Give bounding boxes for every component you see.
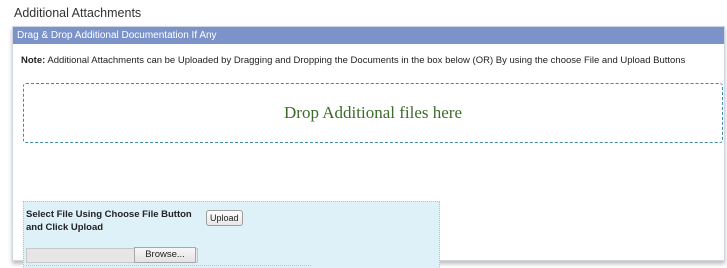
note-label: Note: <box>21 55 46 66</box>
upload-instruction: Select File Using Choose File Button and… <box>26 209 192 233</box>
attachments-panel: Drag & Drop Additional Documentation If … <box>12 26 725 268</box>
file-dropzone[interactable]: Drop Additional files here <box>23 83 723 143</box>
note-text: Additional Attachments can be Uploaded b… <box>47 55 686 66</box>
upload-section: Select File Using Choose File Button and… <box>23 201 440 268</box>
note: Note: Additional Attachments can be Uplo… <box>21 55 685 66</box>
divider <box>26 265 311 266</box>
dropzone-label: Drop Additional files here <box>284 103 462 122</box>
browse-button[interactable]: Browse... <box>134 247 196 263</box>
section-title: Additional Attachments <box>14 6 142 20</box>
upload-button[interactable]: Upload <box>206 210 243 226</box>
panel-header: Drag & Drop Additional Documentation If … <box>13 27 724 44</box>
